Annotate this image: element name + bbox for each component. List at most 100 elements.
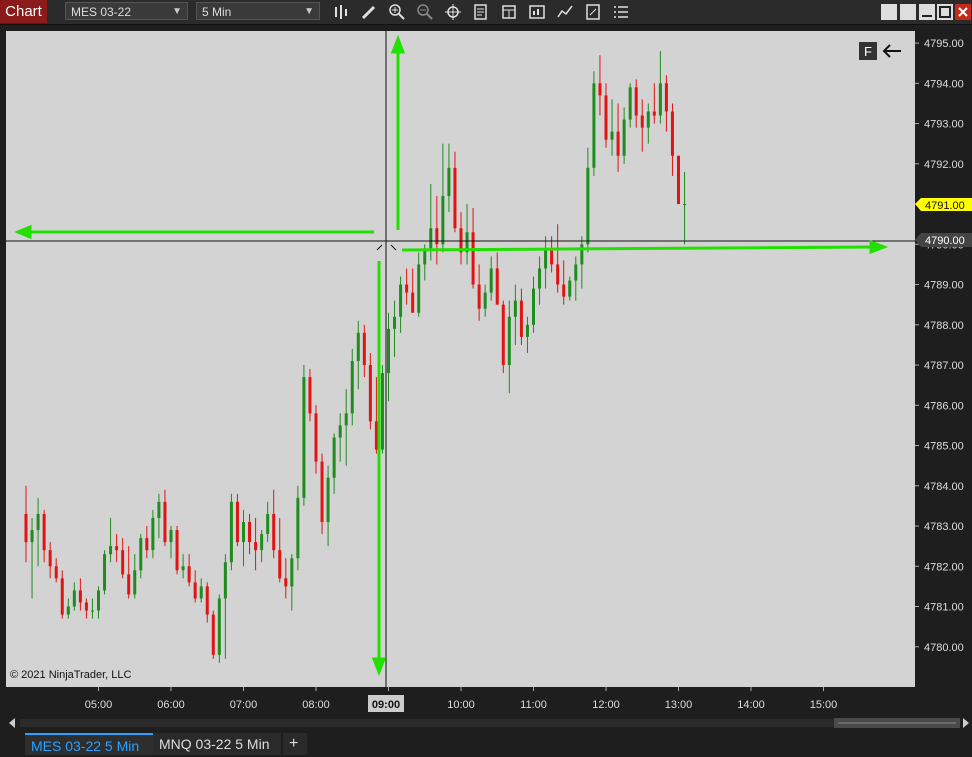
minimize-window-button[interactable] [919, 4, 935, 20]
crosshair-price-label: 4790.00 [925, 235, 965, 247]
chevron-down-icon: ▼ [304, 6, 314, 17]
indicators-icon[interactable] [556, 3, 574, 21]
data-box-icon[interactable] [500, 3, 518, 21]
interval-selector[interactable]: 5 Min ▼ [196, 2, 320, 20]
y-tick-label: 4784.00 [924, 481, 964, 493]
bar-type-icon[interactable] [332, 3, 350, 21]
crosshair-tick [376, 244, 383, 251]
scroll-left-icon[interactable] [9, 718, 15, 728]
candle-body [344, 413, 348, 426]
candle-body [634, 87, 638, 116]
candle-body [513, 300, 517, 317]
candle-body [121, 550, 125, 575]
candle-body [453, 167, 457, 229]
up-arrowhead [390, 34, 406, 54]
y-tick-label: 4795.00 [924, 38, 964, 50]
candle-body [544, 248, 548, 269]
candle-body [163, 501, 167, 543]
candle-body [109, 546, 113, 555]
candle-body [532, 288, 535, 325]
tab-mes[interactable]: MES 03-22 5 Min [25, 733, 153, 755]
candle-body [175, 530, 179, 571]
maximize-window-button[interactable] [900, 4, 916, 20]
candle-body [483, 292, 487, 309]
y-tick-label: 4793.00 [924, 119, 964, 131]
candle-body [568, 280, 572, 297]
chart-panel[interactable]: F © 2021 NinjaTrader, LLC [6, 31, 915, 687]
x-tick-label: 07:00 [230, 699, 258, 711]
strategies-icon[interactable] [528, 3, 546, 21]
draw-icon[interactable] [360, 3, 378, 21]
instrument-label: MES 03-22 [71, 5, 132, 19]
interval-label: 5 Min [202, 5, 232, 19]
share-icon[interactable] [584, 3, 602, 21]
candle-body [622, 119, 626, 156]
right-arrowhead [869, 239, 889, 255]
candle-body [254, 542, 258, 551]
candle-body [658, 83, 662, 116]
y-tick-label: 4794.00 [924, 78, 964, 90]
properties-icon[interactable] [472, 3, 490, 21]
x-tick-label: 14:00 [737, 699, 765, 711]
candle-body [435, 228, 439, 245]
chevron-down-icon: ▼ [172, 6, 182, 17]
candle-body [115, 546, 119, 551]
zoom-out-icon[interactable] [416, 3, 434, 21]
candle-body [326, 477, 330, 522]
candle-body [429, 228, 433, 249]
time-axis[interactable]: 05:00 06:00 07:00 08:00 09:00 10:00 11:00 12:00… [6, 687, 915, 715]
candle-body [84, 602, 88, 611]
candle-body [278, 550, 282, 579]
y-tick-label: 4788.00 [924, 320, 964, 332]
zoom-in-icon[interactable] [388, 3, 406, 21]
price-axis[interactable]: 4795.00 4794.00 4793.00 4792.00 4791.00 4790.… [915, 31, 972, 687]
scrollbar-track[interactable] [20, 719, 960, 727]
close-window-button[interactable] [955, 4, 971, 20]
candle-body [550, 248, 554, 265]
candle-body [42, 513, 46, 551]
candle-body [127, 574, 131, 595]
candle-body [78, 590, 82, 603]
candle-body [507, 316, 511, 366]
candle-body [652, 111, 656, 116]
candle-body [308, 377, 312, 414]
candle-body [217, 598, 221, 655]
menu-icon[interactable] [612, 3, 630, 21]
add-tab-button[interactable]: + [283, 733, 307, 755]
crosshair-icon[interactable] [444, 3, 462, 21]
candle-body [266, 513, 270, 535]
candle-body [683, 204, 687, 206]
candle-body [417, 264, 421, 313]
instrument-selector[interactable]: MES 03-22 ▼ [65, 2, 188, 20]
tab-mnq[interactable]: MNQ 03-22 5 Min [153, 733, 281, 755]
y-tick-label: 4780.00 [924, 642, 964, 654]
candle-body [477, 284, 481, 309]
restore-window-button[interactable] [881, 4, 897, 20]
price-chart[interactable]: F © 2021 NinjaTrader, LLC [6, 31, 915, 687]
y-tick-label: 4786.00 [924, 400, 964, 412]
chart-tab-bar: MES 03-22 5 Min MNQ 03-22 5 Min + [0, 731, 972, 757]
x-tick-label: 05:00 [85, 699, 113, 711]
maximize-icon-button[interactable] [937, 4, 953, 20]
candle-body [97, 590, 100, 611]
candle-body [205, 586, 209, 615]
candle-body [60, 578, 64, 615]
candle-body [36, 513, 40, 531]
candle-body [157, 501, 161, 518]
candle-body [677, 155, 680, 205]
candle-body [580, 244, 584, 265]
candle-body [411, 292, 415, 313]
candle-body [284, 578, 288, 587]
crosshair-tick [390, 244, 397, 251]
candle-body [187, 566, 191, 583]
y-tick-label: 4782.00 [924, 561, 964, 573]
scroll-right-icon[interactable] [963, 718, 969, 728]
y-tick-label: 4789.00 [924, 280, 964, 292]
horizontal-scrollbar[interactable] [6, 715, 972, 731]
candle-body [556, 264, 560, 285]
candle-body [670, 111, 674, 156]
candle-body [199, 586, 203, 599]
candle-body [592, 83, 596, 168]
candle-body [145, 538, 149, 551]
candle-body [229, 501, 233, 563]
